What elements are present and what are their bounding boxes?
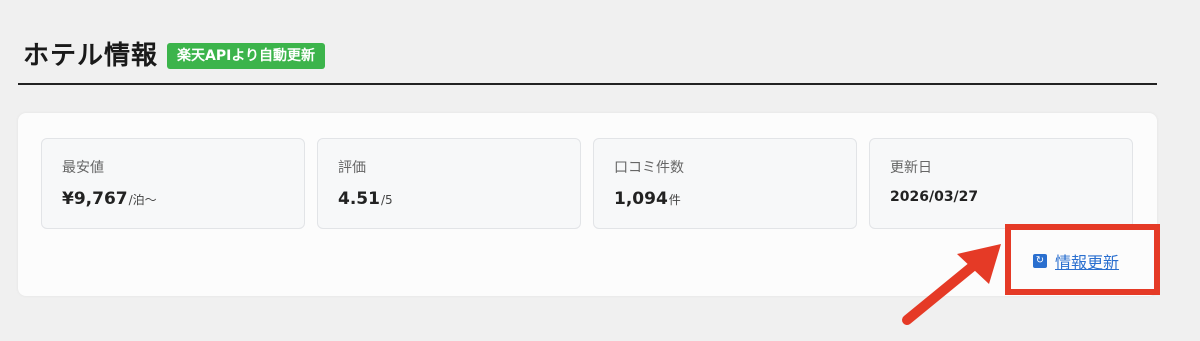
stat-value: 4.51 /5: [338, 189, 580, 209]
highlight-box: [1005, 224, 1160, 295]
section-header: ホテル情報 楽天APIより自動更新: [18, 30, 1157, 85]
stat-label: 口コミ件数: [614, 160, 684, 176]
updated-date-value: 2026/03/27: [890, 189, 979, 205]
stat-value: 1,094 件: [614, 189, 856, 209]
stat-value: ¥9,767 /泊〜: [62, 189, 304, 209]
stat-label: 更新日: [890, 160, 932, 176]
review-count-unit: 件: [668, 193, 681, 207]
min-price-unit: /泊〜: [128, 193, 157, 207]
stat-rating: 評価 4.51 /5: [317, 138, 581, 229]
review-count-value: 1,094: [614, 189, 668, 209]
stat-min-price: 最安値 ¥9,767 /泊〜: [41, 138, 305, 229]
min-price-value: ¥9,767: [62, 189, 128, 209]
stat-review-count: 口コミ件数 1,094 件: [593, 138, 857, 229]
auto-update-badge: 楽天APIより自動更新: [167, 42, 326, 69]
stat-label: 評価: [338, 160, 366, 176]
page-title: ホテル情報: [23, 41, 159, 71]
rating-value: 4.51: [338, 189, 380, 209]
rating-unit: /5: [380, 193, 393, 207]
stat-label: 最安値: [62, 160, 104, 176]
pointer-arrow-icon: [902, 244, 1001, 325]
stat-updated-date: 更新日 2026/03/27: [869, 138, 1133, 229]
